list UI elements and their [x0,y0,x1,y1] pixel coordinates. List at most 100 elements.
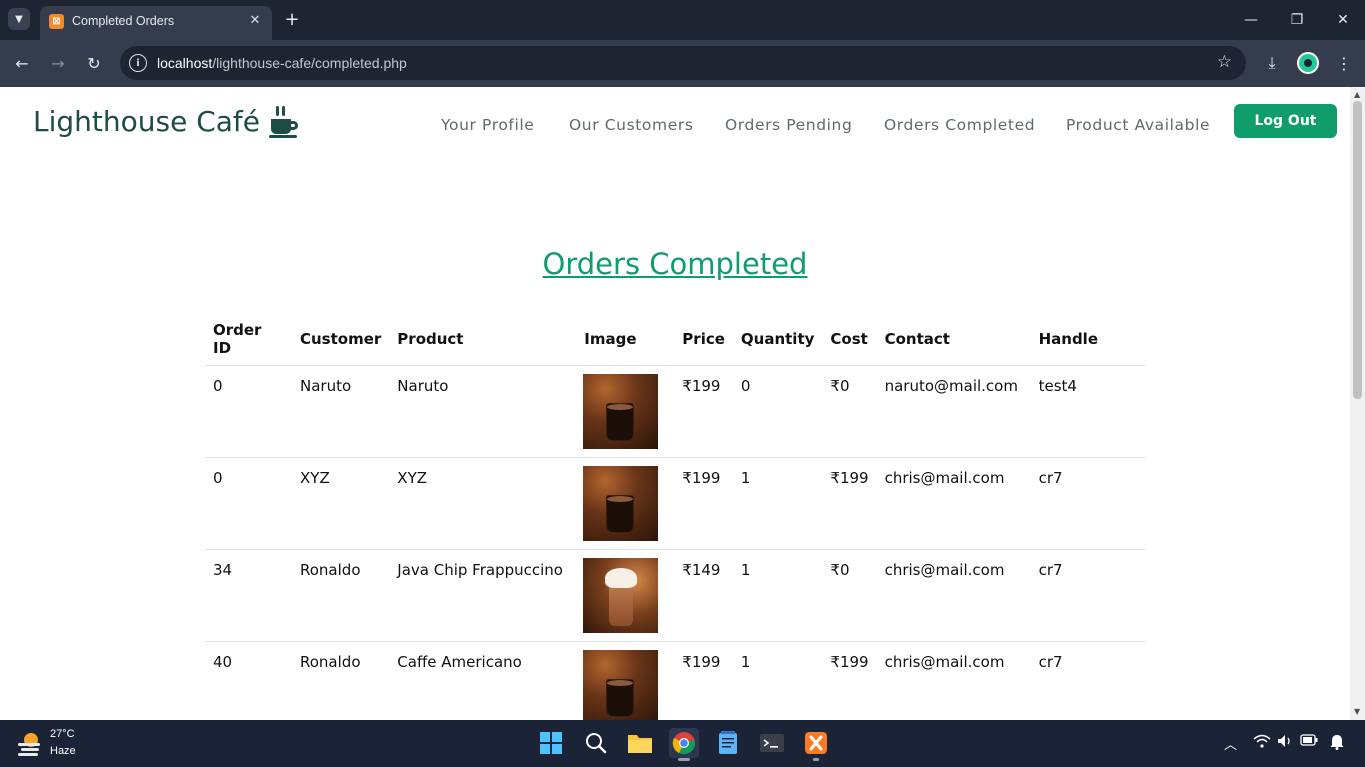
scroll-up-icon[interactable]: ▲ [1354,90,1360,99]
download-icon[interactable]: ⤓ [1260,51,1284,75]
orders-table: Order ID Customer Product Image Price Qu… [205,315,1145,720]
cell-quantity: 1 [732,549,823,642]
log-out-button[interactable]: Log Out [1234,104,1337,138]
page-title: Orders Completed [542,247,808,281]
col-order-id: Order ID [205,315,292,366]
notification-bell-icon[interactable] [1330,734,1344,754]
menu-kebab-icon[interactable]: ⋮ [1332,51,1356,75]
search-icon[interactable] [581,728,611,758]
product-image-coffee [583,374,659,449]
wifi-icon[interactable] [1253,734,1271,752]
weather-haze-icon[interactable] [18,731,42,756]
col-price: Price [674,315,733,366]
cell-product: Naruto [389,365,577,458]
cell-image [576,365,675,458]
cell-cost: ₹199 [822,641,877,720]
browser-tab-strip: ▼ ⊠ Completed Orders ✕ + — ❐ ✕ [0,0,1365,40]
cell-contact: naruto@mail.com [876,365,1031,458]
nav-orders-completed[interactable]: Orders Completed [884,116,1035,134]
page-scrollbar[interactable]: ▲ ▼ [1350,87,1365,720]
cell-quantity: 1 [732,641,823,720]
col-image: Image [576,315,675,366]
address-bar[interactable]: i localhost/lighthouse-cafe/completed.ph… [120,46,1246,80]
terminal-icon[interactable] [757,728,787,758]
table-row: 0 Naruto Naruto ₹199 0 ₹0 naruto@mail.co… [205,365,1145,458]
tray-overflow-chevron-icon[interactable]: ︿ [1224,734,1237,753]
restore-icon[interactable]: ❐ [1286,9,1308,31]
scrollbar-thumb[interactable] [1353,101,1362,399]
col-product: Product [389,315,577,366]
cell-product: Java Chip Frappuccino [389,549,577,642]
windows-start-icon[interactable] [536,728,566,758]
col-customer: Customer [292,315,390,366]
cell-quantity: 0 [732,365,823,458]
col-quantity: Quantity [732,315,823,366]
nav-orders-pending[interactable]: Orders Pending [725,116,852,134]
battery-icon[interactable] [1300,734,1318,750]
brand-logo[interactable]: Lighthouse Café [33,105,301,138]
cell-product: XYZ [389,457,577,550]
chevron-down-icon: ▼ [15,13,23,25]
page-viewport: Lighthouse Café Your Profile Our Custome… [0,87,1350,720]
weather-temperature[interactable]: 27°C [50,728,75,740]
cell-price: ₹199 [674,365,733,458]
cell-contact: chris@mail.com [876,641,1031,720]
file-explorer-icon[interactable] [625,728,655,758]
nav-your-profile[interactable]: Your Profile [441,116,534,134]
cell-cost: ₹0 [822,365,877,458]
cell-image [576,641,675,720]
scroll-down-icon[interactable]: ▼ [1354,707,1360,716]
profile-avatar[interactable] [1297,52,1319,74]
chrome-icon[interactable] [669,728,699,761]
close-window-icon[interactable]: ✕ [1332,9,1354,31]
xampp-favicon-icon: ⊠ [49,14,64,29]
cell-price: ₹199 [674,641,733,720]
browser-tab-active[interactable]: ⊠ Completed Orders ✕ [40,6,272,40]
cell-customer: Naruto [292,365,390,458]
brand-name: Lighthouse Café [33,105,261,138]
table-row: 40 Ronaldo Caffe Americano ₹199 1 ₹199 c… [205,641,1145,720]
browser-toolbar: ← → ↻ i localhost/lighthouse-cafe/comple… [0,40,1365,87]
col-cost: Cost [822,315,877,366]
xampp-icon[interactable] [801,728,831,761]
cell-price: ₹199 [674,457,733,550]
tab-search-button[interactable]: ▼ [8,8,30,30]
bookmark-star-icon[interactable]: ☆ [1217,52,1232,72]
url-path: /lighthouse-cafe/completed.php [212,55,407,71]
nav-our-customers[interactable]: Our Customers [569,116,694,134]
reload-icon[interactable]: ↻ [82,51,106,75]
forward-arrow-icon[interactable]: → [46,51,70,75]
product-image-coffee [583,650,659,720]
cell-customer: Ronaldo [292,641,390,720]
cell-order-id: 0 [205,457,292,550]
cell-handle: test4 [1030,365,1145,458]
coffee-cup-icon [269,105,301,138]
cell-order-id: 0 [205,365,292,458]
nav-product-available[interactable]: Product Available [1066,116,1210,134]
new-tab-button[interactable]: + [282,9,302,30]
cell-customer: Ronaldo [292,549,390,642]
col-handle: Handle [1030,315,1145,366]
notepad-icon[interactable] [713,728,743,758]
cell-handle: cr7 [1030,641,1145,720]
product-image-frappuccino [583,558,659,633]
cell-order-id: 40 [205,641,292,720]
volume-icon[interactable] [1277,734,1293,752]
product-image-coffee [583,466,659,541]
cell-handle: cr7 [1030,549,1145,642]
table-row: 0 XYZ XYZ ₹199 1 ₹199 chris@mail.com cr7 [205,457,1145,550]
table-header-row: Order ID Customer Product Image Price Qu… [205,315,1145,366]
cell-order-id: 34 [205,549,292,642]
tab-close-icon[interactable]: ✕ [246,11,264,29]
minimize-icon[interactable]: — [1240,9,1262,31]
back-arrow-icon[interactable]: ← [10,51,34,75]
weather-condition[interactable]: Haze [50,745,76,757]
url-text[interactable]: localhost/lighthouse-cafe/completed.php [157,55,407,71]
cell-contact: chris@mail.com [876,457,1031,550]
cell-customer: XYZ [292,457,390,550]
windows-taskbar: 27°C Haze ︿ [0,720,1365,767]
site-info-icon[interactable]: i [129,54,147,72]
cell-price: ₹149 [674,549,733,642]
cell-contact: chris@mail.com [876,549,1031,642]
tab-title: Completed Orders [72,14,175,28]
